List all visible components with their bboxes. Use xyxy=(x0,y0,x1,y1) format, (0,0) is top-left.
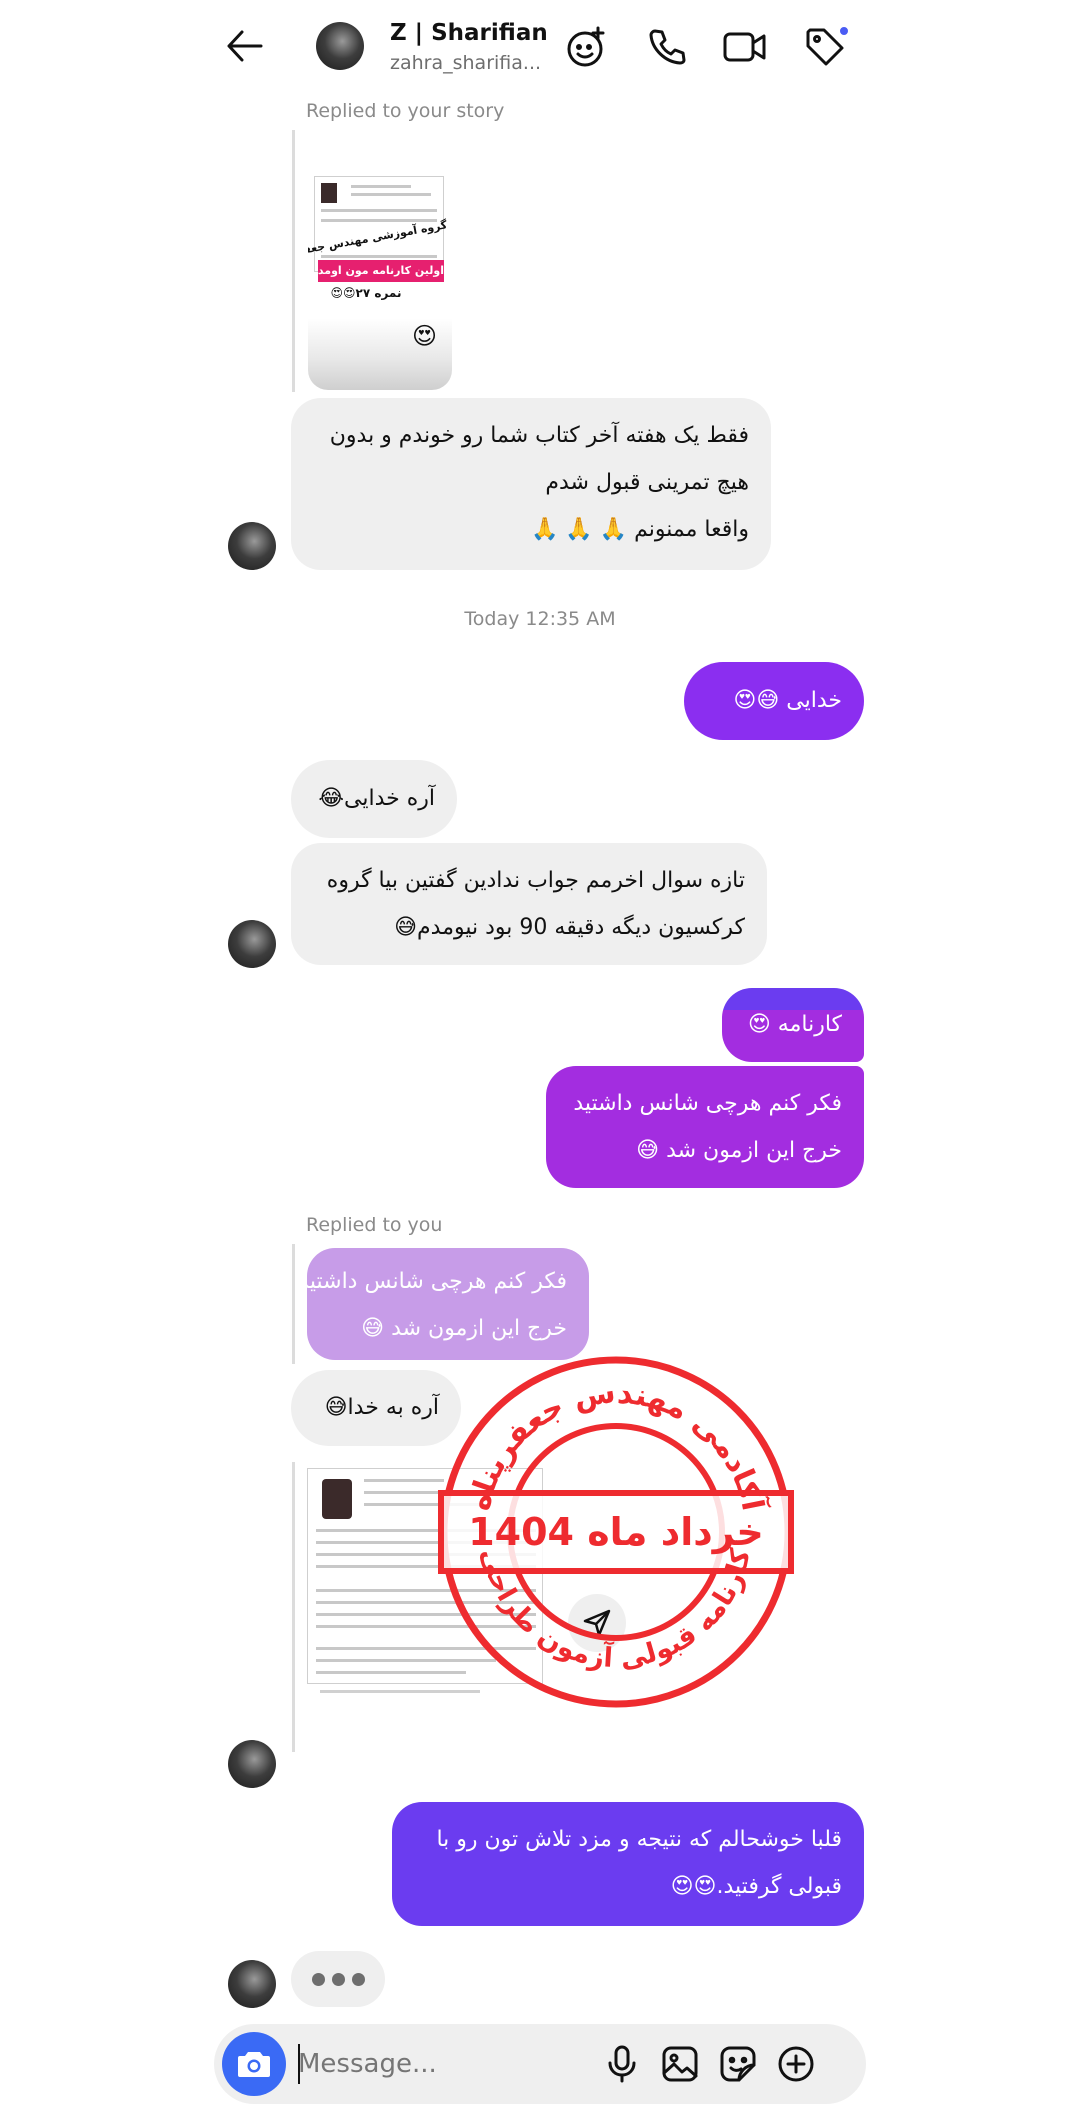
story-preview[interactable]: گروه آموزشی مهندس جعفرپناه اولین کارنامه… xyxy=(308,134,452,390)
story-caption-banner: اولین کارنامه مون اومد😍 xyxy=(318,260,444,282)
contact-name[interactable]: Z | Sharifian xyxy=(390,20,548,46)
academy-stamp: آکادمی مهندس جعفرپناه خرداد ماه 1404 کار… xyxy=(438,1356,794,1708)
sender-avatar[interactable] xyxy=(228,1740,276,1788)
contact-username[interactable]: zahra_sharifia... xyxy=(390,52,541,74)
story-caption-score: نمره ۲۷😍😍 xyxy=(330,286,402,300)
message-line: کرکسیون دیگه دقیقه 90 بود نیومدم😅 xyxy=(394,915,745,940)
message-line: فکر کنم هرچی شانس داشتید xyxy=(573,1091,842,1116)
message-line: تازه سوال اخرمم جواب ندادین گفتین بیا گر… xyxy=(326,868,745,893)
message-line: هیچ تمرینی قبول شدم xyxy=(545,470,749,495)
message-line: خرج این ازمون شد 😅 xyxy=(361,1316,567,1341)
story-reply-label: Replied to your story xyxy=(306,100,505,122)
avatar[interactable] xyxy=(316,22,364,70)
sender-avatar[interactable] xyxy=(228,920,276,968)
quoted-message[interactable]: فکر کنم هرچی شانس داشتید خرج این ازمون ش… xyxy=(298,1248,589,1360)
sender-avatar[interactable] xyxy=(228,522,276,570)
video-call-icon[interactable] xyxy=(719,22,771,72)
notification-dot xyxy=(838,25,850,37)
gallery-icon[interactable] xyxy=(658,2042,702,2086)
reply-indicator-line xyxy=(292,1244,295,1364)
outgoing-message[interactable]: کارنامه 😍 xyxy=(722,988,864,1062)
effects-icon[interactable] xyxy=(562,22,612,72)
message-line: فقط یک هفته آخر کتاب شما رو خوندم و بدون xyxy=(329,423,749,448)
incoming-message[interactable]: آره خدایی😂 xyxy=(291,760,457,838)
incoming-message[interactable]: آره به خدا😅 xyxy=(291,1370,461,1446)
message-line: فکر کنم هرچی شانس داشتید xyxy=(298,1269,567,1294)
sticker-icon[interactable] xyxy=(716,2042,760,2086)
typing-dot xyxy=(331,1972,345,1986)
story-reaction-emoji: 😍 xyxy=(412,322,438,350)
incoming-message[interactable]: فقط یک هفته آخر کتاب شما رو خوندم و بدون… xyxy=(291,398,771,570)
image-message-line xyxy=(292,1462,295,1752)
camera-button[interactable] xyxy=(222,2032,286,2096)
chat-header: Z | Sharifian zahra_sharifia... xyxy=(0,0,1080,96)
message-input[interactable] xyxy=(298,2046,598,2082)
timestamp: Today 12:35 AM xyxy=(464,608,616,630)
incoming-message[interactable]: تازه سوال اخرمم جواب ندادین گفتین بیا گر… xyxy=(291,843,767,965)
sender-avatar[interactable] xyxy=(228,1960,276,2008)
message-line: قلبا خوشحالم که نتیجه و مزد تلاش تون رو … xyxy=(436,1827,842,1852)
message-line: قبولی گرفتید.😍😍 xyxy=(670,1874,842,1899)
outgoing-message[interactable]: خدایی 😅😍 xyxy=(684,662,864,740)
camera-icon xyxy=(238,2052,270,2077)
typing-indicator xyxy=(291,1951,385,2007)
microphone-icon[interactable] xyxy=(600,2042,644,2086)
typing-dot xyxy=(311,1972,325,1986)
outgoing-message[interactable]: فکر کنم هرچی شانس داشتید خرج این ازمون ش… xyxy=(546,1066,864,1188)
reply-label: Replied to you xyxy=(306,1214,443,1236)
add-icon[interactable] xyxy=(774,2042,818,2086)
phone-icon[interactable] xyxy=(642,22,692,72)
outgoing-message[interactable]: قلبا خوشحالم که نتیجه و مزد تلاش تون رو … xyxy=(392,1802,864,1926)
message-composer xyxy=(214,2024,866,2104)
back-arrow-icon[interactable] xyxy=(220,24,270,68)
stamp-center-text: خرداد ماه 1404 xyxy=(468,1510,764,1554)
message-line: خرج این ازمون شد 😅 xyxy=(636,1138,842,1163)
message-line: واقعا ممنونم 🙏 🙏 🙏 xyxy=(531,517,749,542)
typing-dot xyxy=(351,1972,365,1986)
reply-indicator-line xyxy=(292,130,295,392)
